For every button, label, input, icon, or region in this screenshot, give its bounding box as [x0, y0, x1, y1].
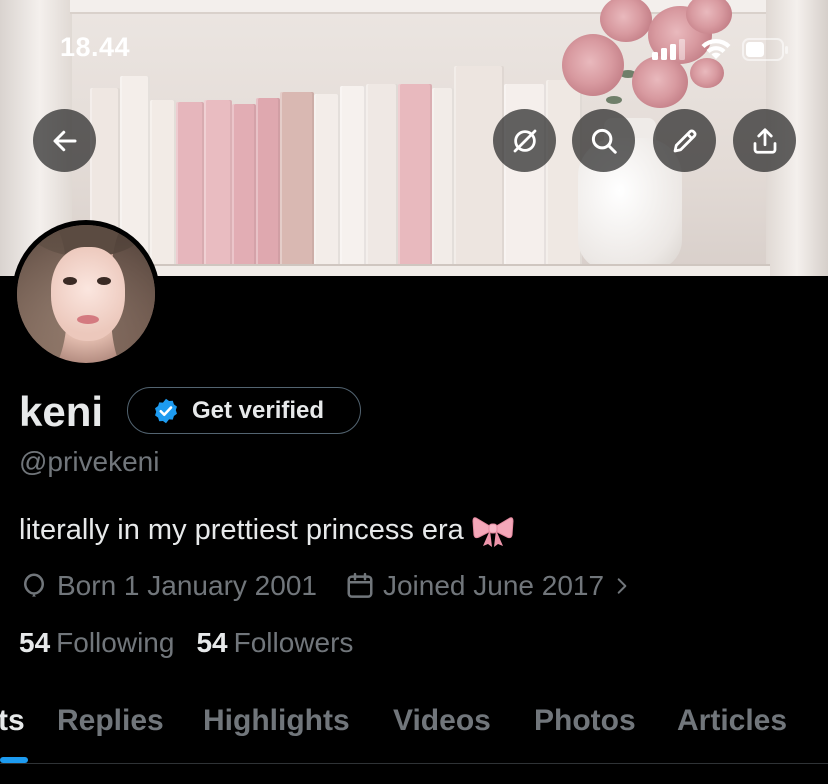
birth-date: Born 1 January 2001 [19, 570, 317, 602]
tab-articles[interactable]: Articles [677, 690, 787, 752]
tab-replies[interactable]: Replies [57, 690, 164, 752]
banner-book [232, 104, 256, 264]
profile-name: keni [19, 388, 104, 435]
battery-icon [742, 38, 788, 61]
banner-book [204, 100, 232, 264]
banner-rose [562, 34, 624, 96]
banner-book [432, 88, 454, 264]
tab-videos[interactable]: Videos [393, 690, 491, 752]
ribbon-bow-icon [472, 517, 514, 547]
joined-date-text: Joined June 2017 [382, 570, 605, 601]
banner-rose [600, 0, 652, 42]
banner-book [280, 92, 314, 264]
profile-meta: Born 1 January 2001 Joined June 2017 [19, 568, 632, 604]
tab-photos[interactable]: Photos [534, 690, 636, 752]
birth-date-text: Born 1 January 2001 [57, 570, 317, 601]
banner-rose [686, 0, 732, 34]
grok-button[interactable] [493, 109, 556, 172]
search-icon [591, 128, 617, 154]
get-verified-button[interactable]: Get verified [127, 387, 361, 434]
back-button[interactable] [33, 109, 96, 172]
profile-handle: @privekeni [19, 446, 160, 477]
followers-count: 54 [196, 627, 228, 658]
following-count: 54 [19, 627, 51, 658]
banner-book [256, 98, 280, 264]
profile-bio: literally in my prettiest princess era [19, 512, 514, 548]
followers-link[interactable]: 54 Followers [196, 627, 353, 659]
chevron-right-icon [617, 578, 627, 594]
avatar-image [17, 225, 155, 363]
search-button[interactable] [572, 109, 635, 172]
followers-label: Followers [233, 627, 354, 658]
share-icon [753, 127, 776, 154]
status-time: 18.44 [60, 32, 131, 62]
get-verified-label: Get verified [192, 396, 325, 424]
tab-posts[interactable]: ts [0, 690, 25, 752]
profile-tabs: ts Replies Highlights Videos Photos Arti… [0, 690, 828, 764]
following-label: Following [56, 627, 175, 658]
balloon-icon [23, 573, 45, 597]
banner-book [314, 94, 340, 264]
bio-text: literally in my prettiest princess era [19, 513, 464, 546]
tabs-divider [0, 763, 828, 764]
banner-book [398, 84, 432, 264]
banner-book [454, 66, 504, 264]
banner-book [546, 80, 582, 264]
status-icons [650, 36, 800, 62]
following-link[interactable]: 54 Following [19, 627, 174, 659]
grok-icon [513, 129, 536, 152]
banner-book [366, 84, 398, 264]
banner-rose [690, 58, 724, 88]
arrow-left-icon [53, 130, 76, 151]
tab-highlights[interactable]: Highlights [203, 690, 350, 752]
follow-stats: 54 Following 54 Followers [19, 627, 353, 659]
wifi-icon [701, 38, 731, 59]
pencil-icon [673, 129, 696, 152]
calendar-icon [347, 572, 373, 598]
cellular-signal-icon [652, 39, 685, 60]
banner-shelf [70, 264, 770, 276]
joined-date[interactable]: Joined June 2017 [345, 570, 632, 602]
banner-leaf [606, 96, 622, 104]
verified-badge-icon [155, 398, 177, 423]
banner-rose [632, 56, 688, 108]
edit-profile-button[interactable] [653, 109, 716, 172]
profile-avatar[interactable] [12, 220, 160, 368]
banner-book [176, 102, 204, 264]
share-button[interactable] [733, 109, 796, 172]
banner-book [340, 86, 366, 264]
